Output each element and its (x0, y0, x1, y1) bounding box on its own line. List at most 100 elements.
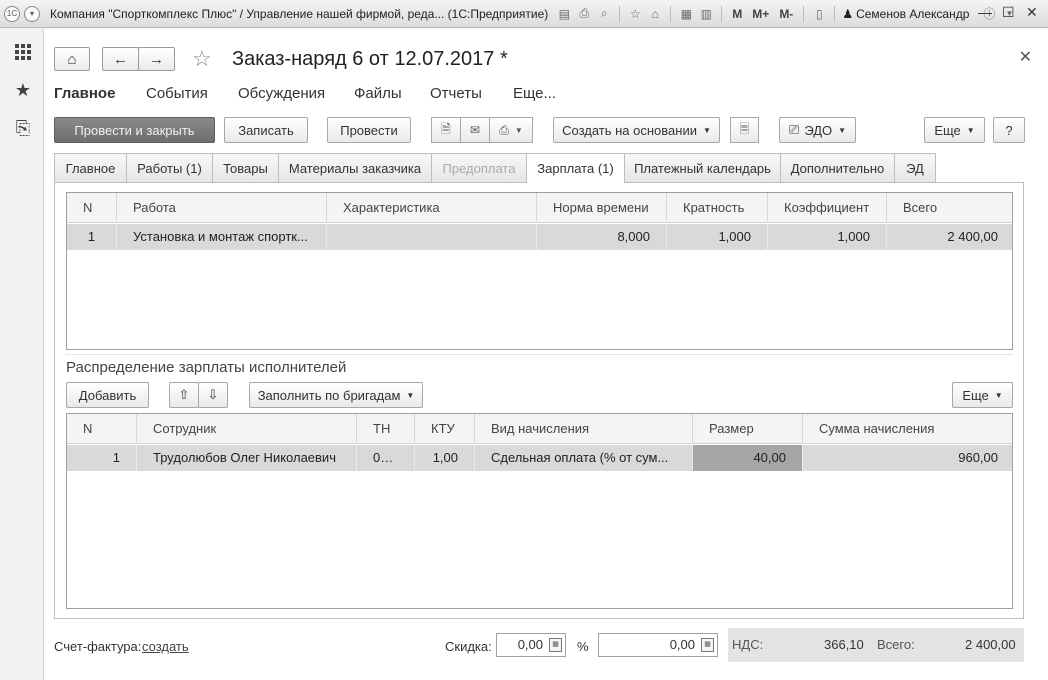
print-icon[interactable]: ⎙ (576, 6, 592, 22)
cell-coefficient: 1,000 (768, 224, 887, 250)
column-header-size[interactable]: Размер (693, 414, 803, 444)
close-form-icon[interactable]: ✕ (1019, 47, 1032, 67)
invoice-create-link[interactable]: создать (142, 639, 189, 654)
column-header-ktu[interactable]: КТУ (415, 414, 475, 444)
salary-more-button[interactable]: Еще ▼ (952, 382, 1013, 408)
tab-additional[interactable]: Дополнительно (780, 153, 895, 182)
move-down-button[interactable]: ⇩ (198, 382, 228, 408)
edo-icon: ⎚ (788, 122, 800, 137)
memory-minus-button[interactable]: M- (776, 7, 796, 21)
tab-salary[interactable]: Зарплата (1) (526, 153, 625, 183)
table-row[interactable]: 1 Установка и монтаж спортк... 8,000 1,0… (67, 224, 1012, 250)
column-header-employee[interactable]: Сотрудник (137, 414, 357, 444)
vat-value: 366,10 (824, 637, 864, 652)
tab-customer-materials[interactable]: Материалы заказчика (278, 153, 432, 182)
cell-n: 1 (67, 445, 137, 471)
column-header-work[interactable]: Работа (117, 193, 327, 223)
favorite-star-icon[interactable]: ☆ (192, 46, 212, 72)
favorites-star-icon[interactable]: ★ (12, 79, 34, 101)
preview-icon[interactable]: ⌕ (596, 6, 612, 22)
column-header-accrual-type[interactable]: Вид начисления (475, 414, 693, 444)
vat-label: НДС: (732, 637, 764, 652)
post-button[interactable]: Провести (327, 117, 411, 143)
close-window-button[interactable]: ✕ (1026, 4, 1038, 21)
column-header-tn[interactable]: ТН (357, 414, 415, 444)
table-row[interactable]: 1 Трудолюбов Олег Николаевич 00... 1,00 … (67, 445, 1012, 471)
discount-percent-field[interactable]: 0,00 ▦ (496, 633, 566, 657)
document-structure-button[interactable]: 🗎 (431, 117, 461, 143)
arrow-down-icon: ⇩ (207, 387, 219, 402)
current-user[interactable]: ♟ Семенов Александр (842, 7, 969, 21)
report-button[interactable]: 🗏 (730, 117, 759, 143)
memory-m-button[interactable]: M (729, 7, 745, 21)
column-header-multiplicity[interactable]: Кратность (667, 193, 768, 223)
left-sidebar: ★ ⎘ (0, 29, 44, 680)
subnav-more[interactable]: Еще... (513, 85, 556, 102)
add-row-button[interactable]: Добавить (66, 382, 149, 408)
salary-more-label: Еще (962, 387, 989, 403)
edo-button[interactable]: ⎚ ЭДО ▼ (779, 117, 856, 143)
post-and-close-label: Провести и закрыть (74, 122, 195, 138)
forward-button[interactable]: → (138, 47, 175, 71)
calendar-icon[interactable]: ▥ (698, 6, 714, 22)
window-titlebar: 1C ▾ Компания "Спорткомплекс Плюс" / Упр… (0, 0, 1048, 28)
tab-prepayment: Предоплата (431, 153, 527, 182)
chevron-down-icon: ▼ (406, 390, 415, 400)
add-label: Добавить (78, 387, 137, 403)
subnav-reports[interactable]: Отчеты (430, 85, 482, 102)
back-button[interactable]: ← (102, 47, 139, 71)
post-and-close-button[interactable]: Провести и закрыть (54, 117, 215, 143)
cell-ktu: 1,00 (415, 445, 475, 471)
tab-main[interactable]: Главное (54, 153, 127, 182)
calculator-icon[interactable]: ▦ (678, 6, 694, 22)
column-header-total[interactable]: Всего (887, 193, 1014, 223)
total-label: Всего: (877, 637, 915, 652)
printer-icon: ⎙ (499, 122, 509, 137)
subnav-main[interactable]: Главное (54, 85, 115, 102)
discount-amount-field[interactable]: 0,00 ▦ (598, 633, 718, 657)
column-header-n[interactable]: N (67, 414, 137, 444)
arrow-up-icon: ⇧ (178, 387, 190, 402)
column-header-characteristic[interactable]: Характеристика (327, 193, 537, 223)
post-label: Провести (340, 122, 398, 138)
panel-toggle-icon[interactable]: ▯ (811, 6, 827, 22)
create-based-on-button[interactable]: Создать на основании ▼ (553, 117, 720, 143)
salary-table[interactable]: N Сотрудник ТН КТУ Вид начисления Размер… (66, 413, 1013, 609)
move-up-button[interactable]: ⇧ (169, 382, 199, 408)
cell-size[interactable]: 40,00 (693, 445, 803, 471)
subnav-events[interactable]: События (146, 85, 208, 102)
memory-plus-button[interactable]: M+ (749, 7, 772, 21)
tab-ed[interactable]: ЭД (894, 153, 936, 182)
cell-work: Установка и монтаж спортк... (117, 224, 327, 250)
email-button[interactable]: ✉ (460, 117, 490, 143)
column-header-amount[interactable]: Сумма начисления (803, 414, 1014, 444)
main-menu-icon[interactable]: ▾ (24, 5, 40, 22)
bookmark-icon[interactable]: ⌂ (647, 6, 663, 22)
home-button[interactable]: ⌂ (54, 47, 90, 71)
column-header-coefficient[interactable]: Коэффициент (768, 193, 887, 223)
history-icon[interactable]: ⎘ (12, 117, 34, 139)
more-button[interactable]: Еще ▼ (924, 117, 985, 143)
column-header-n[interactable]: N (67, 193, 117, 223)
save-icon[interactable]: ▤ (556, 6, 572, 22)
minimize-button[interactable]: — (978, 4, 992, 20)
maximize-button[interactable]: ☐ (1002, 4, 1015, 21)
star-icon[interactable]: ☆ (627, 6, 643, 22)
save-button[interactable]: Записать (224, 117, 308, 143)
calculator-icon[interactable]: ▦ (701, 638, 714, 652)
tab-goods[interactable]: Товары (212, 153, 279, 182)
works-table[interactable]: N Работа Характеристика Норма времени Кр… (66, 192, 1013, 350)
help-button[interactable]: ? (993, 117, 1025, 143)
calculator-icon[interactable]: ▦ (549, 638, 562, 652)
app-logo-icon[interactable]: 1C (4, 5, 20, 22)
sections-grid-icon[interactable] (12, 41, 34, 63)
more-label: Еще (934, 122, 961, 138)
user-icon: ♟ (842, 6, 854, 21)
subnav-discussions[interactable]: Обсуждения (238, 85, 325, 102)
print-menu-button[interactable]: ⎙ ▼ (489, 117, 533, 143)
fill-by-teams-button[interactable]: Заполнить по бригадам ▼ (249, 382, 423, 408)
column-header-norm[interactable]: Норма времени (537, 193, 667, 223)
tab-payment-calendar[interactable]: Платежный календарь (624, 153, 781, 182)
subnav-files[interactable]: Файлы (354, 85, 402, 102)
tab-works[interactable]: Работы (1) (126, 153, 213, 182)
